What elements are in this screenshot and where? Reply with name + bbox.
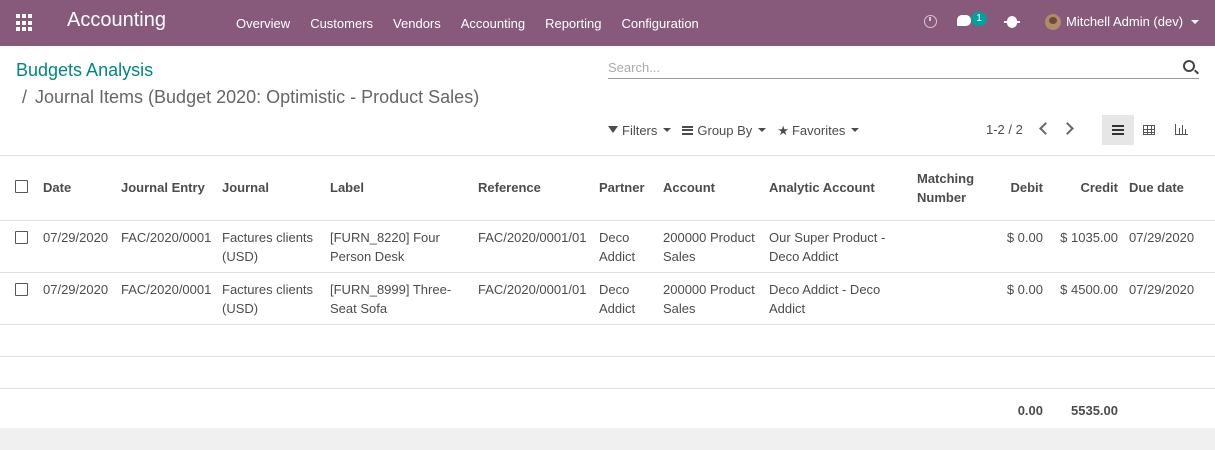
column-header-matching-number[interactable]: Matching Number <box>914 156 996 221</box>
main-menu: Overview Customers Vendors Accounting Re… <box>226 0 709 46</box>
cell-journal: Factures clients (USD) <box>219 220 327 273</box>
list-view: Date Journal Entry Journal Label Referen… <box>0 156 1215 428</box>
search-icon[interactable] <box>1183 60 1195 72</box>
group-by-dropdown[interactable]: Group By <box>682 122 767 138</box>
column-header-account[interactable]: Account <box>660 156 766 221</box>
cell-account: 200000 Product Sales <box>660 272 766 325</box>
chevron-down-icon <box>663 128 672 132</box>
bars-icon <box>682 125 694 135</box>
menu-item-accounting[interactable]: Accounting <box>451 16 535 31</box>
cell-matching-number <box>914 220 996 273</box>
total-debit: 0.00 <box>1017 402 1043 418</box>
cell-partner: Deco Addict <box>596 272 660 325</box>
cell-label: [FURN_8220] Four Person Desk <box>327 220 475 273</box>
search-input[interactable] <box>608 57 1168 77</box>
column-header-analytic-account[interactable]: Analytic Account <box>766 156 914 221</box>
table-icon <box>1143 125 1155 135</box>
column-header-partner[interactable]: Partner <box>596 156 660 221</box>
bar-chart-icon <box>1175 124 1188 135</box>
search-options: Filters Group By ★ Favorites <box>608 121 870 139</box>
favorites-dropdown[interactable]: ★ Favorites <box>777 122 860 138</box>
list-icon <box>1112 125 1124 135</box>
chevron-down-icon[interactable] <box>1191 20 1199 24</box>
column-header-date[interactable]: Date <box>40 156 118 221</box>
column-header-journal-entry[interactable]: Journal Entry <box>118 156 219 221</box>
select-all-checkbox[interactable] <box>15 180 28 194</box>
user-menu[interactable]: Mitchell Admin (dev) <box>1066 14 1183 29</box>
totals-row: 0.00 5535.00 <box>0 388 1215 428</box>
cell-due-date: 07/29/2020 <box>1121 272 1215 325</box>
graph-view-button[interactable] <box>1166 115 1198 145</box>
menu-item-customers[interactable]: Customers <box>300 16 383 31</box>
user-avatar[interactable] <box>1045 14 1061 30</box>
activity-clock-icon[interactable] <box>924 15 937 28</box>
empty-row <box>0 356 1215 389</box>
breadcrumb-separator: / <box>22 87 28 107</box>
cell-journal-entry: FAC/2020/0001 <box>118 272 219 325</box>
table-row[interactable]: 07/29/2020 FAC/2020/0001 Factures client… <box>0 220 1215 273</box>
pivot-view-button[interactable] <box>1134 115 1166 145</box>
column-header-journal[interactable]: Journal <box>219 156 327 221</box>
filters-dropdown[interactable]: Filters <box>608 122 672 138</box>
column-header-debit[interactable]: Debit <box>996 156 1046 221</box>
list-view-button[interactable] <box>1102 115 1134 145</box>
cell-matching-number <box>914 272 996 325</box>
cell-partner: Deco Addict <box>596 220 660 273</box>
cell-debit: $ 0.00 <box>996 220 1046 273</box>
messages-count-badge: 1 <box>971 12 987 26</box>
filters-label: Filters <box>622 122 658 138</box>
cell-analytic-account: Our Super Product - Deco Addict <box>766 220 914 273</box>
cell-journal-entry: FAC/2020/0001 <box>118 220 219 273</box>
apps-menu-icon[interactable] <box>16 14 34 32</box>
chevron-down-icon <box>758 128 767 132</box>
search-bar <box>608 57 1199 79</box>
cell-debit: $ 0.00 <box>996 272 1046 325</box>
total-credit: 5535.00 <box>1071 402 1118 418</box>
pager-previous-icon[interactable] <box>1039 122 1052 135</box>
messages-icon[interactable] <box>957 15 971 26</box>
row-checkbox[interactable] <box>15 282 28 296</box>
cell-label: [FURN_8999] Three-Seat Sofa <box>327 272 475 325</box>
menu-item-overview[interactable]: Overview <box>226 16 300 31</box>
journal-items-table: Date Journal Entry Journal Label Referen… <box>0 156 1215 428</box>
page-title: Journal Items (Budget 2020: Optimistic -… <box>35 87 480 107</box>
app-title[interactable]: Accounting <box>67 9 166 32</box>
menu-item-configuration[interactable]: Configuration <box>611 16 708 31</box>
cell-due-date: 07/29/2020 <box>1121 220 1215 273</box>
cell-credit: $ 1035.00 <box>1046 220 1121 273</box>
table-header-row: Date Journal Entry Journal Label Referen… <box>0 156 1215 221</box>
column-header-reference[interactable]: Reference <box>475 156 596 221</box>
pager-next-icon[interactable] <box>1061 122 1074 135</box>
column-header-label[interactable]: Label <box>327 156 475 221</box>
cell-reference: FAC/2020/0001/01 <box>475 272 596 325</box>
top-navbar: Accounting Overview Customers Vendors Ac… <box>0 0 1215 46</box>
cell-credit: $ 4500.00 <box>1046 272 1121 325</box>
menu-item-vendors[interactable]: Vendors <box>383 16 451 31</box>
group-by-label: Group By <box>697 122 753 138</box>
pager-value[interactable]: 1-2 / 2 <box>986 122 1023 137</box>
breadcrumb-root-link[interactable]: Budgets Analysis <box>16 60 153 81</box>
star-icon: ★ <box>777 122 789 138</box>
favorites-label: Favorites <box>791 122 846 138</box>
column-header-credit[interactable]: Credit <box>1046 156 1121 221</box>
cell-journal: Factures clients (USD) <box>219 272 327 325</box>
filter-icon <box>608 126 618 136</box>
cell-account: 200000 Product Sales <box>660 220 766 273</box>
menu-item-reporting[interactable]: Reporting <box>535 16 611 31</box>
column-header-due-date[interactable]: Due date <box>1121 156 1215 221</box>
cell-date: 07/29/2020 <box>40 272 118 325</box>
empty-row <box>0 324 1215 357</box>
row-checkbox[interactable] <box>15 230 28 244</box>
cell-date: 07/29/2020 <box>40 220 118 273</box>
debug-bug-icon[interactable] <box>1004 16 1020 28</box>
cell-reference: FAC/2020/0001/01 <box>475 220 596 273</box>
footer-area <box>0 428 1215 450</box>
chevron-down-icon <box>851 128 860 132</box>
table-row[interactable]: 07/29/2020 FAC/2020/0001 Factures client… <box>0 272 1215 325</box>
cell-analytic-account: Deco Addict - Deco Addict <box>766 272 914 325</box>
